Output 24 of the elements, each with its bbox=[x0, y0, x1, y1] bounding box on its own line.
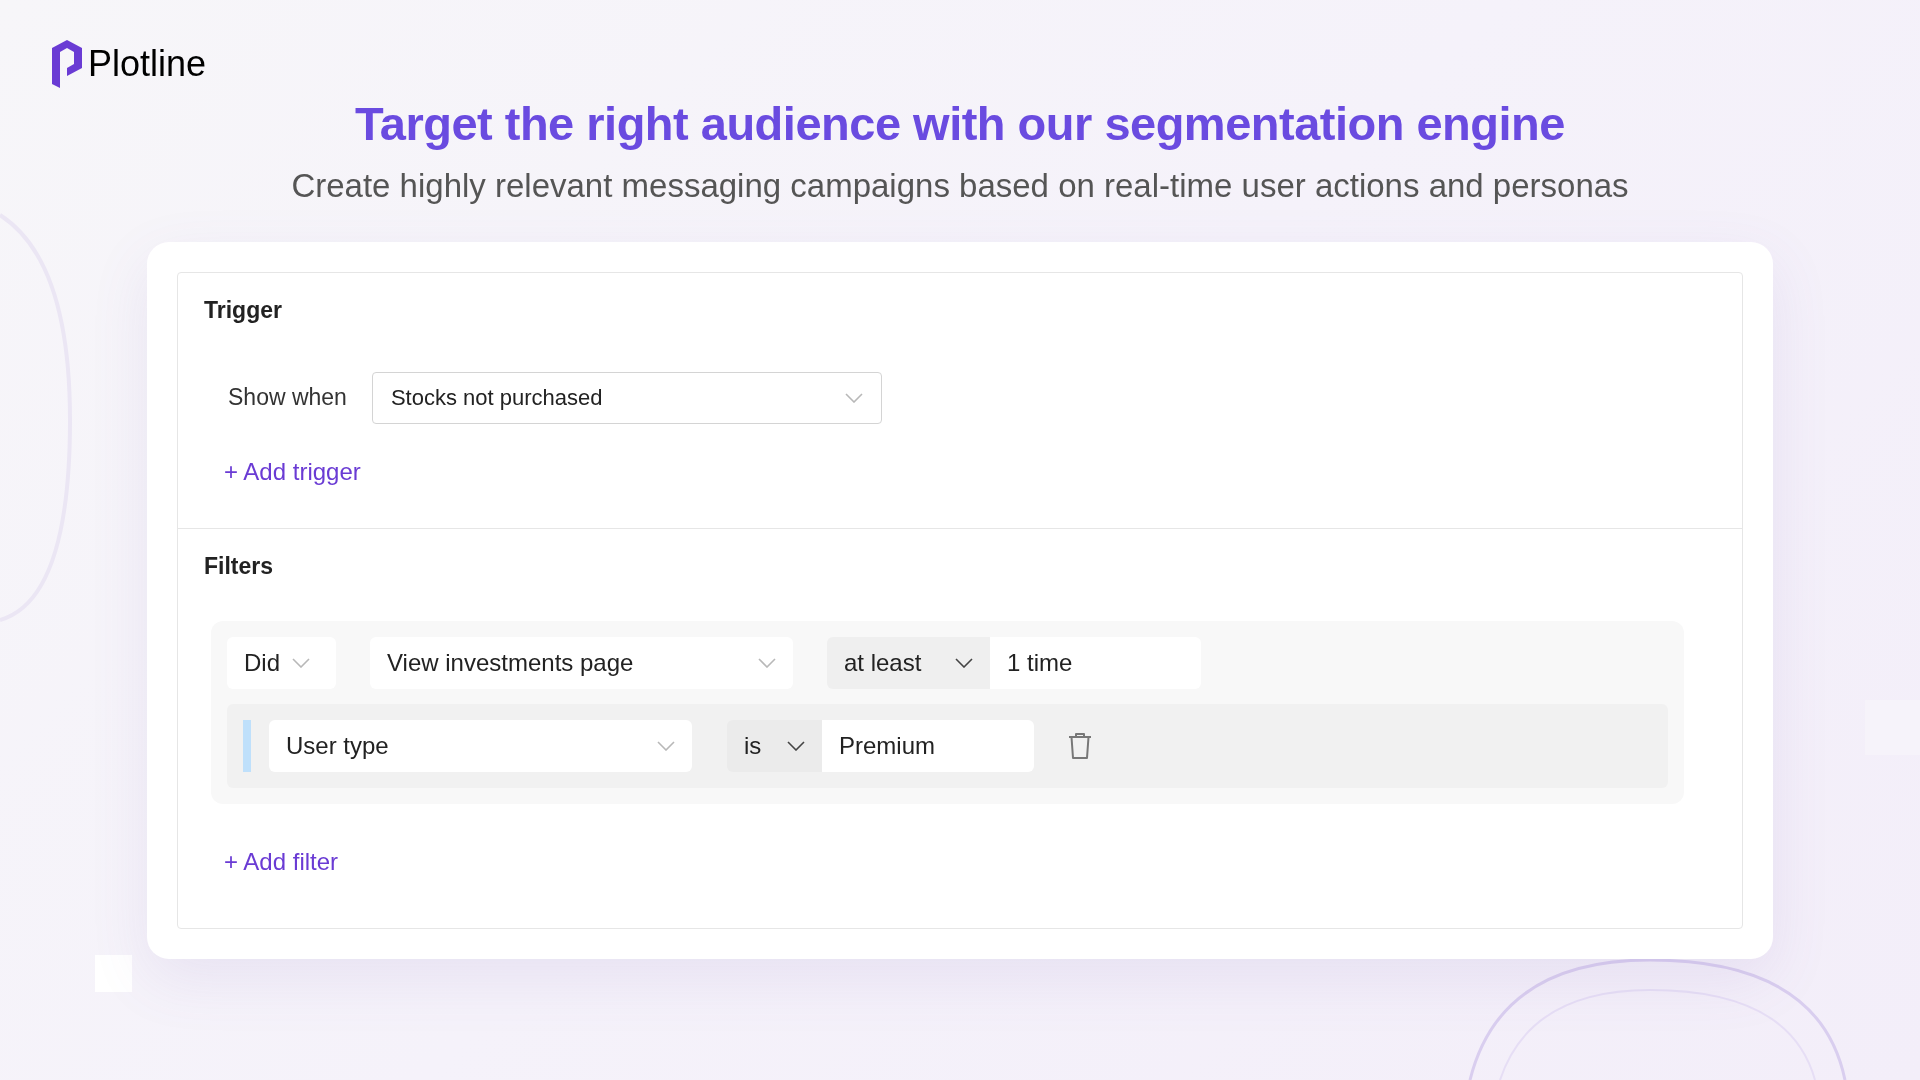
section-title: Filters bbox=[204, 551, 275, 581]
chevron-down-icon bbox=[844, 392, 863, 403]
trash-icon bbox=[1068, 732, 1092, 760]
trigger-select[interactable]: Stocks not purchased bbox=[371, 371, 882, 424]
chevron-down-icon bbox=[787, 741, 805, 751]
subheadline: Create highly relevant messaging campaigns based on real-time user actions and personas bbox=[290, 169, 1630, 202]
operator-select[interactable]: at least bbox=[827, 637, 990, 689]
value-input[interactable]: Premium bbox=[822, 720, 1034, 772]
chevron-down-icon bbox=[292, 658, 310, 668]
event-select[interactable]: View investments page bbox=[370, 637, 793, 689]
indent-bar bbox=[243, 720, 251, 772]
action-select[interactable]: Did bbox=[227, 637, 336, 689]
count-input[interactable]: 1 time bbox=[990, 637, 1201, 689]
logo-icon bbox=[52, 40, 82, 88]
section-title: Trigger bbox=[204, 296, 283, 325]
add-trigger-link[interactable]: + Add trigger bbox=[224, 457, 361, 485]
brand-name: Plotline bbox=[88, 46, 207, 82]
operator-select[interactable]: is bbox=[727, 720, 822, 772]
chevron-down-icon bbox=[955, 658, 973, 668]
field-label: Show when bbox=[228, 383, 347, 413]
property-select[interactable]: User type bbox=[269, 720, 692, 772]
chevron-down-icon bbox=[758, 658, 776, 668]
chevron-down-icon bbox=[657, 741, 675, 751]
add-filter-link[interactable]: + Add filter bbox=[224, 848, 339, 875]
